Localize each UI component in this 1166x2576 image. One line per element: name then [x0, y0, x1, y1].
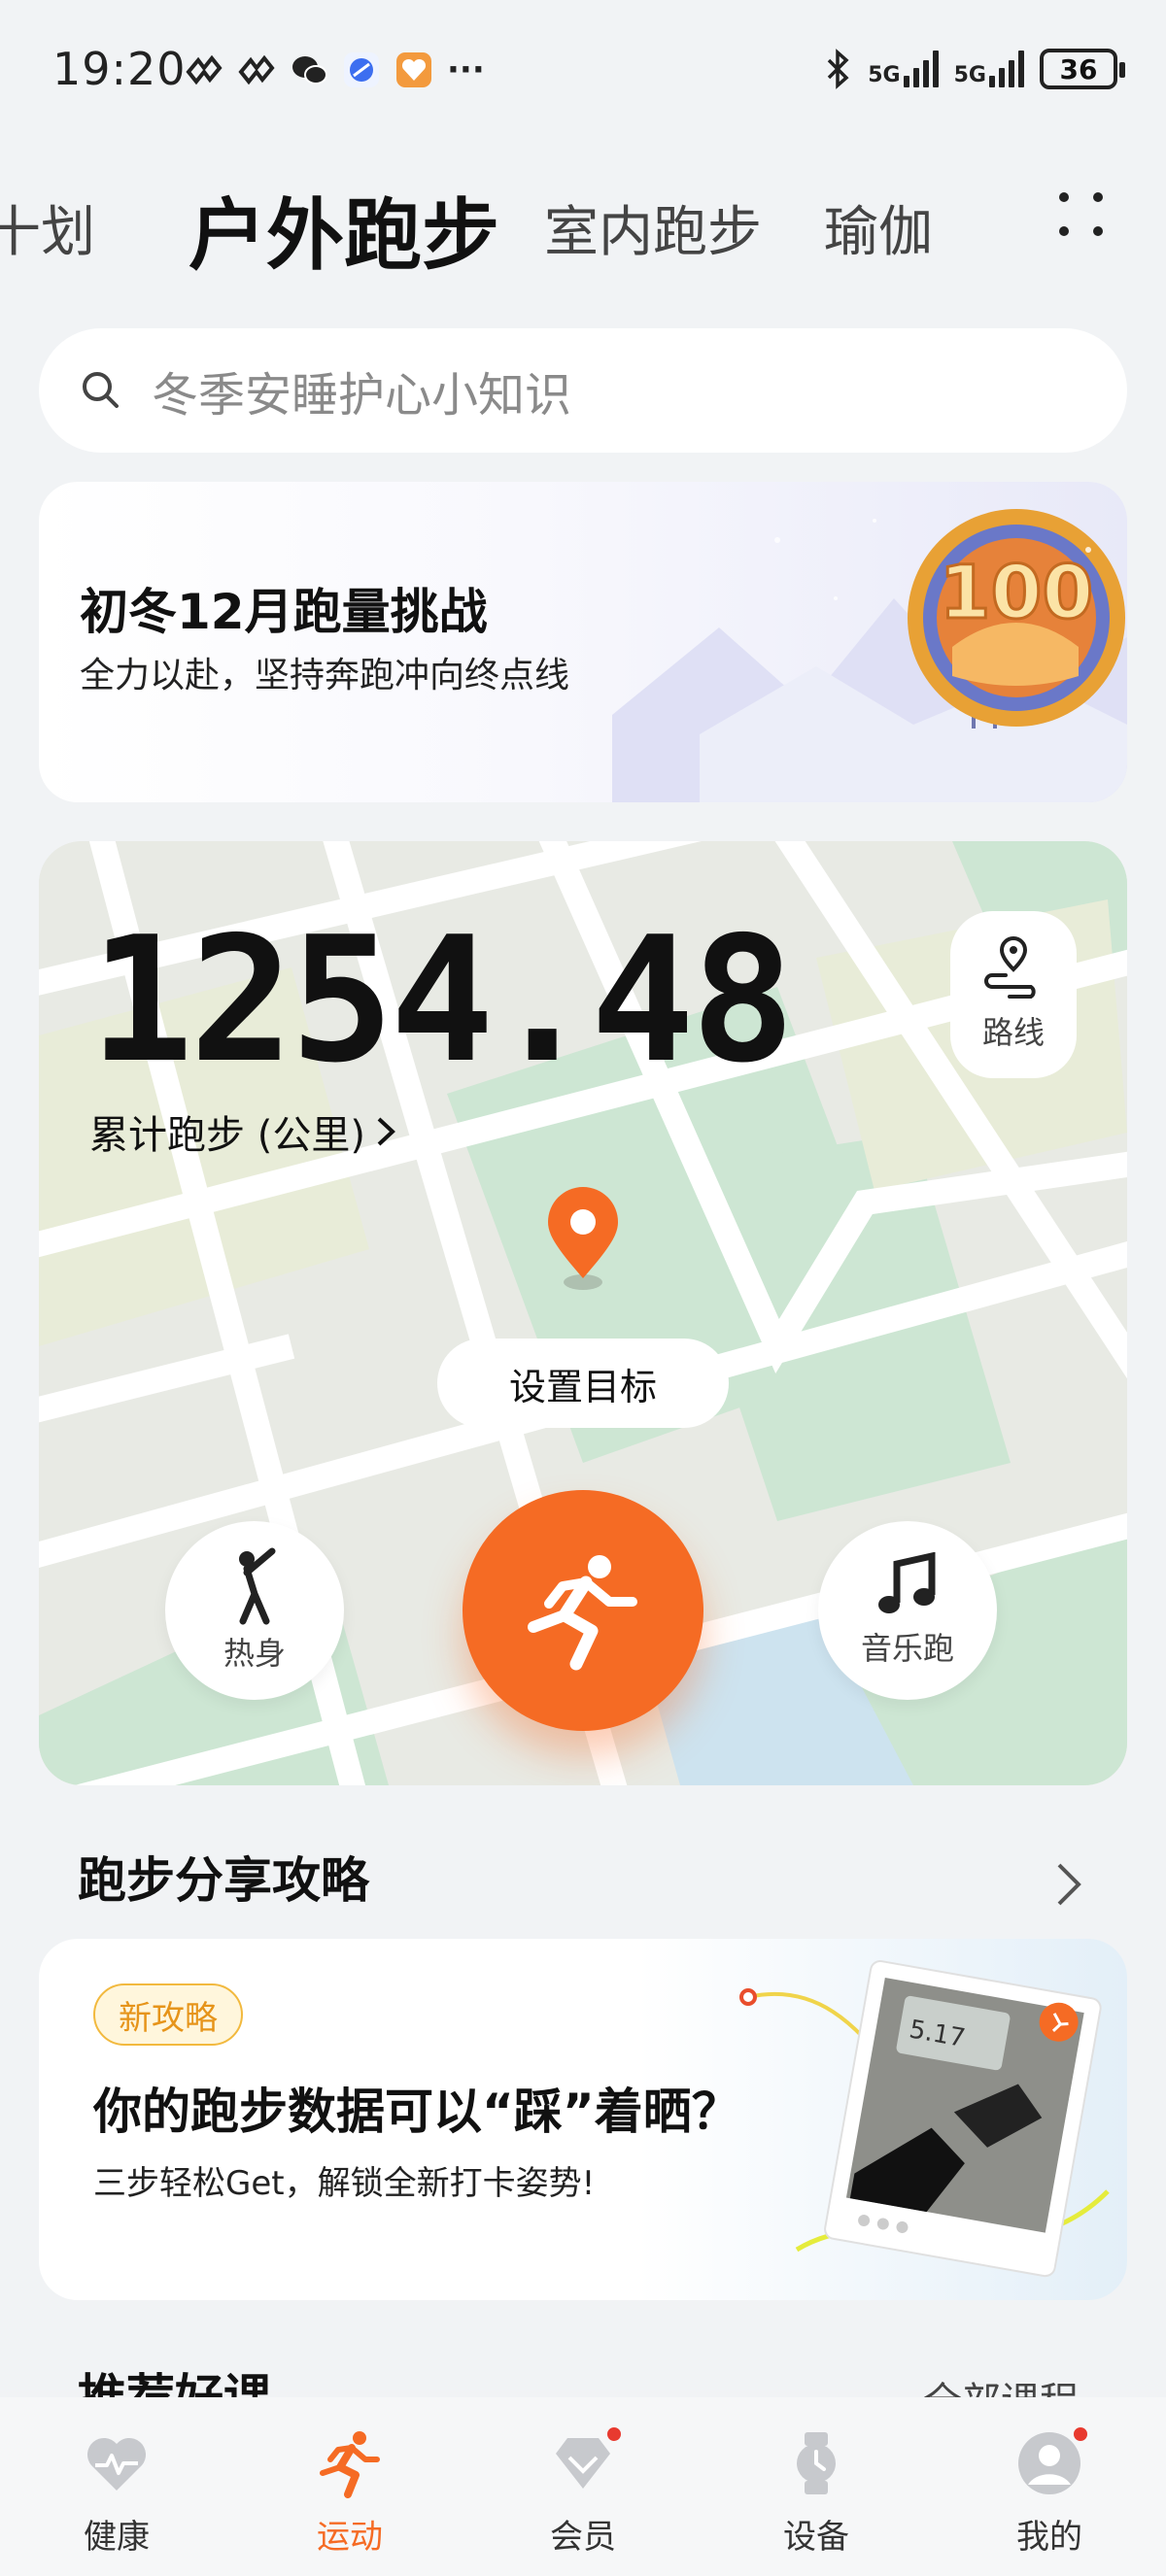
- bottom-navigation: 健康 运动 会员 设备 我的: [0, 2397, 1166, 2576]
- total-distance: 1254.48: [89, 899, 795, 1101]
- nav-me-label: 我的: [1016, 2518, 1082, 2557]
- battery-indicator: 36: [1040, 49, 1125, 89]
- nav-me[interactable]: 我的: [952, 2424, 1147, 2558]
- signal-1: 5G: [868, 51, 939, 87]
- heart-icon: [86, 2437, 147, 2491]
- tab-yoga[interactable]: 瑜伽: [824, 188, 933, 267]
- challenge-banner[interactable]: 初冬12月跑量挑战 全力以赴，坚持奔跑冲向终点线 100: [39, 482, 1127, 802]
- start-run-button[interactable]: [463, 1490, 703, 1731]
- watch-icon: [797, 2432, 836, 2494]
- route-icon: [984, 936, 1036, 999]
- share-photo-illustration: 5.17: [739, 1960, 1110, 2278]
- search-bar[interactable]: 冬季安睡护心小知识: [39, 328, 1127, 453]
- search-input[interactable]: 冬季安睡护心小知识: [152, 356, 571, 424]
- network-type: 5G: [953, 63, 986, 87]
- challenge-medal-image: 100: [612, 509, 1127, 802]
- chevron-right-icon[interactable]: [1049, 1857, 1088, 1912]
- route-button[interactable]: 路线: [950, 911, 1077, 1078]
- signal-bars-icon: [903, 51, 939, 87]
- dot: [1093, 192, 1103, 202]
- set-goal-button[interactable]: 设置目标: [437, 1339, 729, 1428]
- music-run-label: 音乐跑: [860, 1630, 954, 1667]
- chevron-right-icon: [377, 1117, 395, 1146]
- nav-devices[interactable]: 设备: [719, 2428, 913, 2558]
- notification-icons: ···: [185, 51, 485, 89]
- tab-indoor-run[interactable]: 室内跑步: [544, 188, 762, 267]
- sport-tabs: 十划 户外跑步 室内跑步 瑜伽: [0, 165, 1166, 272]
- share-card-subtitle: 三步轻松Get，解锁全新打卡姿势!: [93, 2164, 596, 2203]
- search-icon: [83, 372, 119, 408]
- network-type: 5G: [868, 63, 901, 87]
- total-distance-label[interactable]: 累计跑步 (公里): [89, 1103, 396, 1160]
- runner-icon: [320, 2431, 380, 2498]
- route-label: 路线: [981, 1014, 1045, 1051]
- notification-badge: [604, 2424, 624, 2444]
- signal-bars-icon: [989, 51, 1024, 87]
- location-pin-icon: [548, 1187, 618, 1290]
- nav-membership-label: 会员: [550, 2518, 616, 2557]
- runner-icon: [528, 1555, 637, 1671]
- app-notification-icon: [238, 54, 275, 85]
- dot: [1059, 192, 1069, 202]
- system-icons: 5G 5G 36: [823, 49, 1125, 89]
- nav-sports-label: 运动: [317, 2518, 383, 2557]
- signal-2: 5G: [954, 51, 1024, 87]
- new-guide-badge: 新攻略: [93, 1983, 243, 2046]
- tab-outdoor-run[interactable]: 户外跑步: [189, 173, 499, 272]
- warmup-label: 热身: [223, 1635, 286, 1672]
- run-map-card: 1254.48 累计跑步 (公里) 路线 设置目标 热身 音乐跑: [39, 841, 1127, 1785]
- status-bar: 19:20 ··· 5G 5G 36: [0, 0, 1166, 146]
- banner-title: 初冬12月跑量挑战: [80, 584, 488, 640]
- warmup-button[interactable]: 热身: [165, 1521, 344, 1700]
- share-card-title: 你的跑步数据可以“踩”着晒？: [93, 2084, 740, 2140]
- medal-text: 100: [940, 549, 1094, 635]
- nav-membership[interactable]: 会员: [486, 2424, 680, 2558]
- app-blue-icon: [344, 52, 379, 87]
- nav-sports[interactable]: 运动: [253, 2428, 447, 2558]
- tab-plan[interactable]: 十划: [0, 188, 95, 267]
- music-run-button[interactable]: 音乐跑: [818, 1521, 997, 1700]
- wechat-icon: [292, 56, 327, 85]
- dot: [1093, 226, 1103, 236]
- more-menu-button[interactable]: [1053, 186, 1112, 245]
- more-notifications: ···: [447, 51, 485, 89]
- nav-devices-label: 设备: [783, 2518, 849, 2557]
- notification-badge: [1071, 2424, 1090, 2444]
- share-guide-card[interactable]: 新攻略 你的跑步数据可以“踩”着晒？ 三步轻松Get，解锁全新打卡姿势! 5.1…: [39, 1939, 1127, 2300]
- health-app-icon: [396, 52, 431, 87]
- nav-health[interactable]: 健康: [19, 2428, 214, 2558]
- warmup-icon: [239, 1547, 276, 1625]
- nav-health-label: 健康: [84, 2518, 150, 2557]
- banner-subtitle: 全力以赴，坚持奔跑冲向终点线: [80, 656, 570, 695]
- distance-label-text: 累计跑步 (公里): [89, 1113, 365, 1158]
- share-section-title: 跑步分享攻略: [78, 1852, 369, 1909]
- status-time: 19:20: [52, 43, 187, 95]
- dot: [1059, 226, 1069, 236]
- bluetooth-icon: [828, 49, 849, 89]
- music-note-icon: [878, 1552, 936, 1613]
- app-notification-icon: [186, 54, 223, 85]
